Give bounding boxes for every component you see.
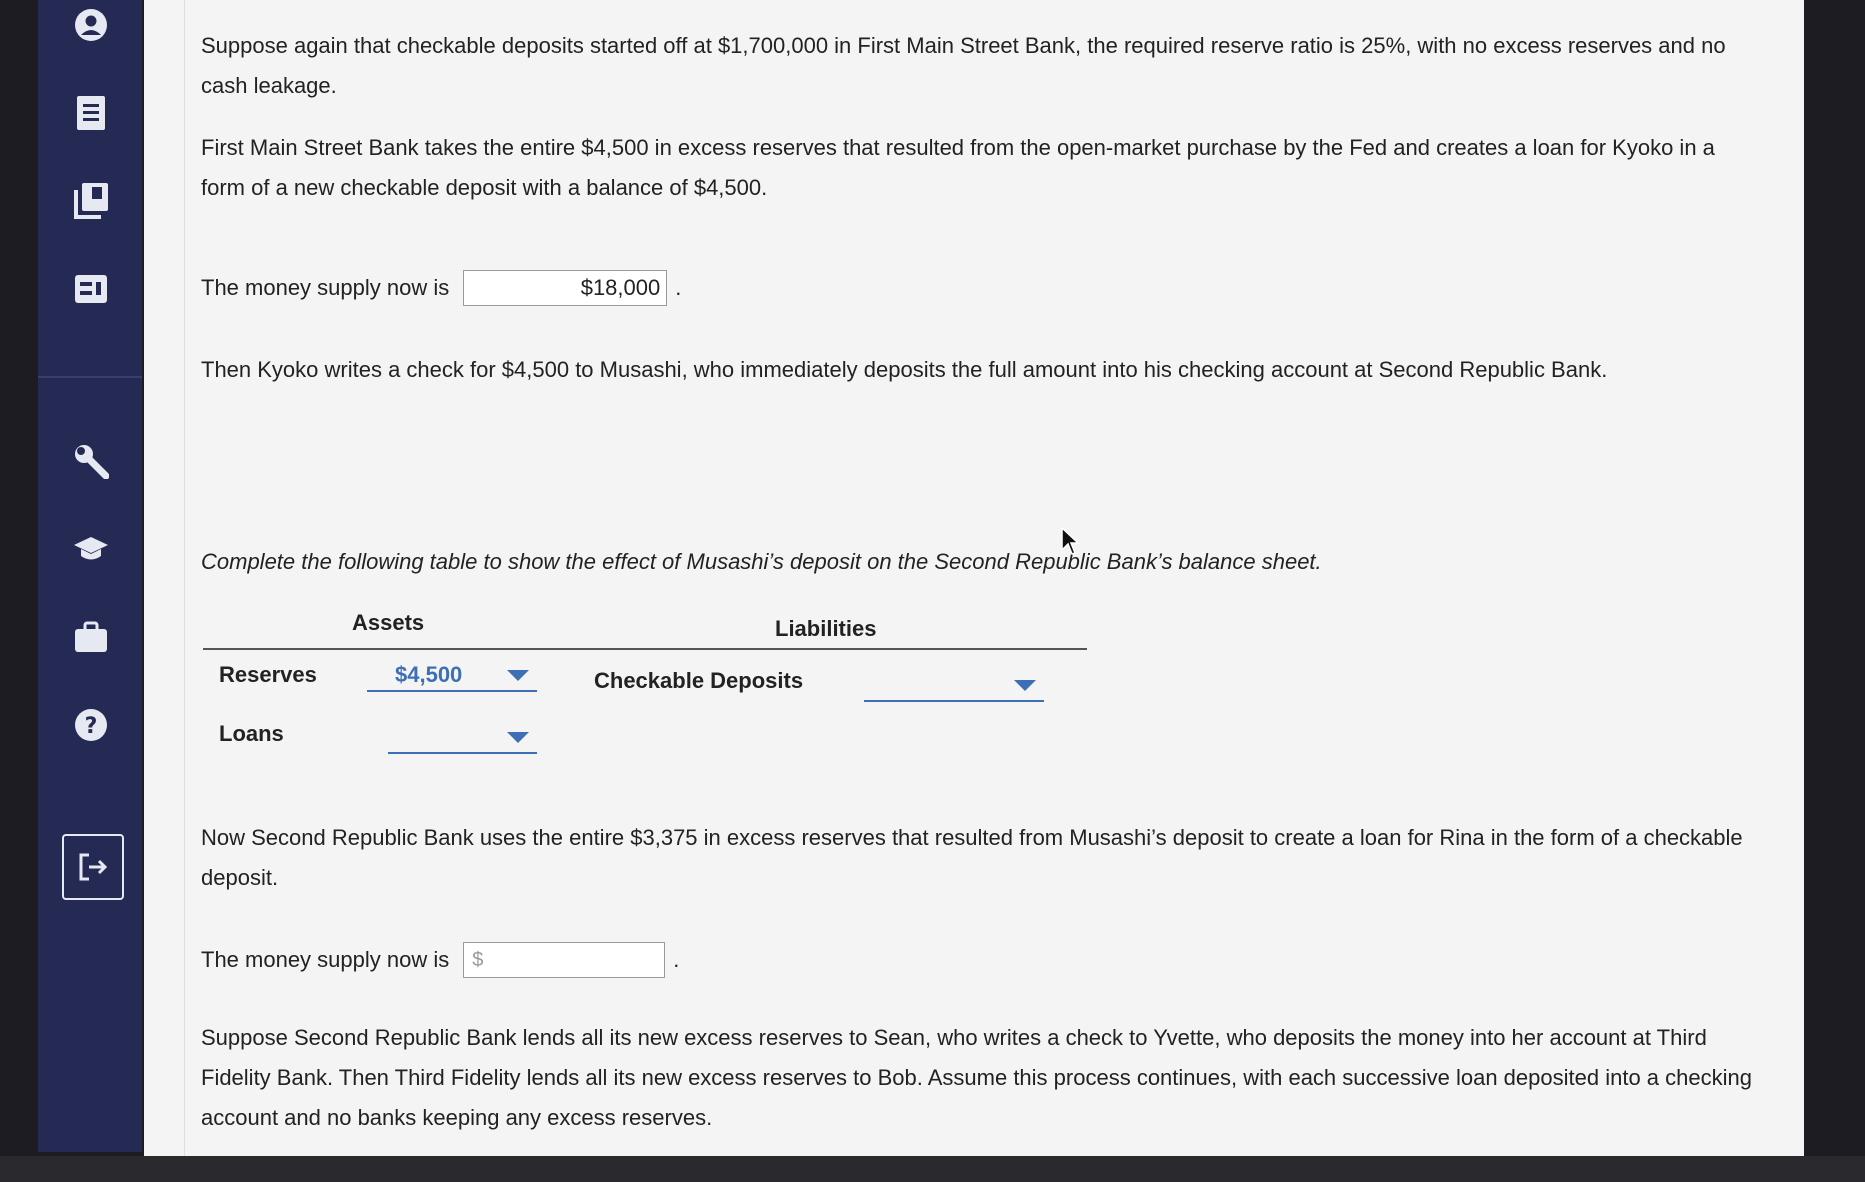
chevron-down-icon: [507, 731, 529, 743]
screen-bezel: [0, 1156, 1865, 1182]
check-paragraph: Then Kyoko writes a check for $4,500 to …: [201, 357, 1608, 382]
period: .: [675, 275, 682, 300]
briefcase-icon[interactable]: [66, 612, 116, 662]
period: .: [673, 947, 680, 972]
reserves-value: $4,500: [395, 662, 463, 687]
exit-icon[interactable]: [62, 834, 124, 900]
loans-label: Loans: [219, 721, 284, 746]
graduation-cap-icon[interactable]: [66, 524, 116, 574]
money-supply-input-2[interactable]: [463, 942, 666, 978]
checkable-deposits-label: Checkable Deposits: [594, 668, 804, 693]
loan-paragraph: First Main Street Bank takes the entire …: [201, 135, 1715, 200]
help-icon[interactable]: ?: [66, 700, 116, 750]
sidebar-divider: [38, 376, 142, 378]
money-supply-label-1: The money supply now is: [201, 275, 450, 300]
balance-sheet-divider: [203, 648, 1087, 650]
chevron-down-icon: [507, 669, 529, 681]
wrench-icon[interactable]: [66, 436, 116, 486]
library-books-icon[interactable]: [66, 176, 116, 226]
sidebar: ?: [38, 0, 142, 1152]
intro-paragraph: Suppose again that checkable deposits st…: [201, 33, 1726, 98]
question-panel: Suppose again that checkable deposits st…: [144, 0, 1804, 1156]
money-supply-row-2: The money supply now is .: [201, 942, 679, 978]
user-circle-icon[interactable]: [66, 0, 116, 50]
reserves-dropdown[interactable]: $4,500: [367, 660, 537, 692]
document-list-icon[interactable]: [66, 88, 116, 138]
table-instruction: Complete the following table to show the…: [201, 549, 1322, 574]
money-supply-answer-1: $18,000: [463, 270, 668, 306]
final-paragraph: Suppose Second Republic Bank lends all i…: [201, 1025, 1752, 1130]
svg-text:?: ?: [85, 714, 98, 739]
reserves-label: Reserves: [219, 662, 317, 687]
calculator-icon[interactable]: [66, 264, 116, 314]
money-supply-label-2: The money supply now is: [201, 947, 450, 972]
assets-header: Assets: [352, 610, 425, 635]
second-loan-paragraph: Now Second Republic Bank uses the entire…: [201, 825, 1743, 890]
loans-dropdown[interactable]: [388, 722, 537, 754]
panel-border: [184, 0, 185, 1156]
liabilities-header: Liabilities: [775, 616, 877, 641]
chevron-down-icon: [1014, 679, 1036, 691]
mouse-pointer-icon: [1061, 526, 1080, 555]
checkable-deposits-dropdown[interactable]: [864, 670, 1044, 702]
money-supply-row-1: The money supply now is $18,000 .: [201, 270, 681, 306]
